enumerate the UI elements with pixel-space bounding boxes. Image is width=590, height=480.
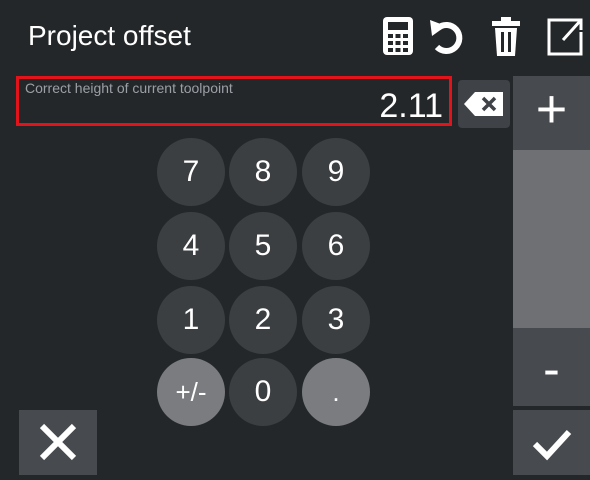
field-label: Correct height of current toolpoint [25, 80, 233, 96]
undo-icon[interactable] [426, 14, 466, 58]
cancel-button[interactable] [19, 410, 97, 475]
key-sign[interactable]: +/- [157, 358, 225, 426]
key-8[interactable]: 8 [229, 138, 297, 206]
checkmark-icon [532, 429, 572, 461]
value-track[interactable] [513, 150, 590, 328]
key-7[interactable]: 7 [157, 138, 225, 206]
confirm-button[interactable] [513, 410, 590, 475]
field-value: 2.11 [379, 87, 443, 125]
close-icon [39, 423, 77, 461]
calculator-icon[interactable] [378, 14, 418, 58]
increment-button[interactable]: + [513, 76, 590, 150]
trash-icon[interactable] [486, 14, 526, 58]
key-4[interactable]: 4 [157, 212, 225, 280]
backspace-icon [464, 92, 503, 116]
key-5[interactable]: 5 [229, 212, 297, 280]
key-0[interactable]: 0 [229, 358, 297, 426]
height-input-field[interactable]: Correct height of current toolpoint 2.11 [16, 76, 452, 126]
key-1[interactable]: 1 [157, 286, 225, 354]
backspace-button[interactable] [458, 80, 510, 128]
key-6[interactable]: 6 [302, 212, 370, 280]
key-9[interactable]: 9 [302, 138, 370, 206]
expand-icon[interactable] [545, 14, 585, 58]
key-3[interactable]: 3 [302, 286, 370, 354]
page-title: Project offset [28, 20, 191, 51]
key-2[interactable]: 2 [229, 286, 297, 354]
key-decimal[interactable]: . [302, 358, 370, 426]
decrement-button[interactable]: - [513, 328, 590, 406]
